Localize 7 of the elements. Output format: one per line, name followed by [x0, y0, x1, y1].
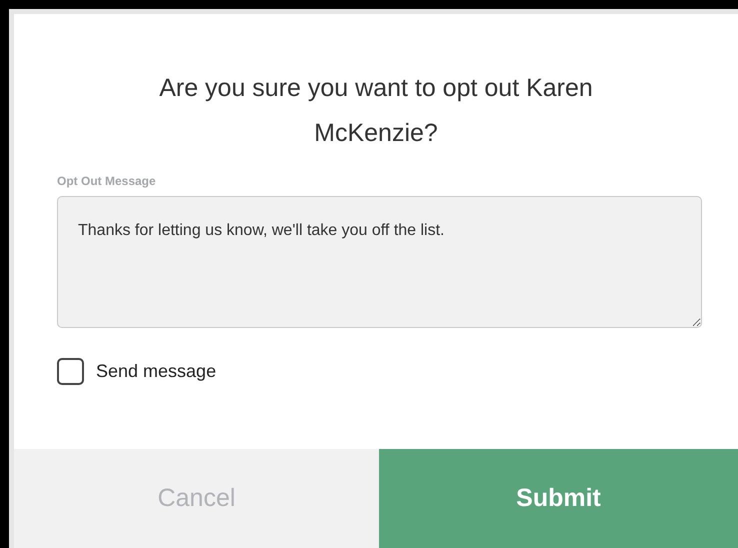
- cancel-button[interactable]: Cancel: [14, 449, 379, 548]
- checkbox-label: Send message: [96, 360, 216, 383]
- submit-button[interactable]: Submit: [379, 449, 738, 548]
- send-message-checkbox[interactable]: [57, 358, 84, 385]
- field-label: Opt Out Message: [57, 173, 157, 190]
- message-field[interactable]: Thanks for letting us know, we'll take you off the list.: [57, 196, 702, 328]
- dialog-title: Are you sure you want to opt out Karen McKenzie?: [158, 73, 594, 149]
